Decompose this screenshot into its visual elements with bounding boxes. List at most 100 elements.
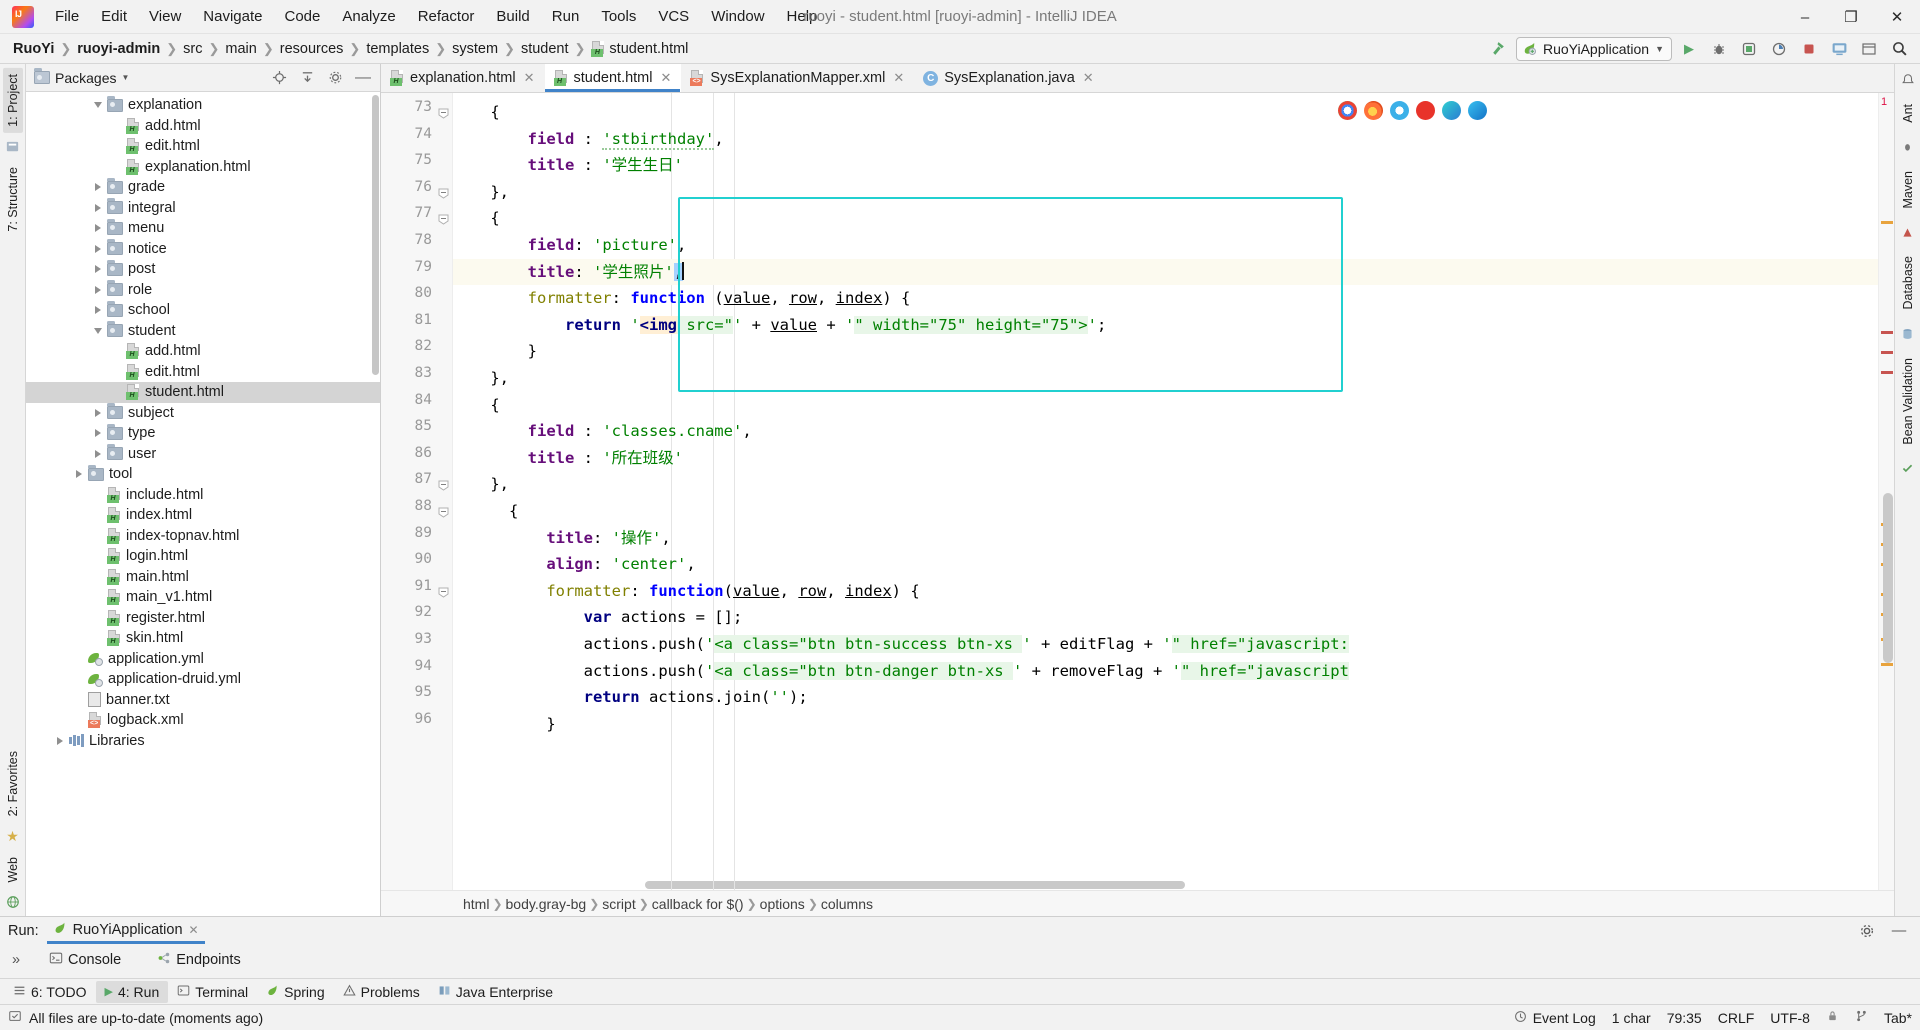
run-tab-console[interactable]: Console bbox=[40, 948, 130, 972]
search-everywhere-icon[interactable] bbox=[1886, 37, 1912, 61]
globe-icon[interactable] bbox=[3, 892, 23, 912]
layout-button[interactable] bbox=[1856, 37, 1882, 61]
code-line[interactable]: title: '学生照片', bbox=[453, 259, 684, 286]
collapse-all-icon[interactable] bbox=[294, 66, 320, 90]
menu-edit[interactable]: Edit bbox=[90, 4, 138, 29]
chevron-right-icon[interactable] bbox=[91, 285, 104, 294]
run-button[interactable]: ▶ bbox=[1676, 37, 1702, 61]
editor-tab-sysexplanationmapper-xml[interactable]: <> SysExplanationMapper.xml ✕ bbox=[681, 64, 914, 92]
menu-navigate[interactable]: Navigate bbox=[192, 4, 273, 29]
editor-tab-student-html[interactable]: H student.html ✕ bbox=[544, 64, 682, 92]
sidebar-item-web[interactable]: Web bbox=[3, 851, 23, 888]
code-line[interactable]: field : 'stbirthday', bbox=[453, 126, 724, 153]
editor-breadcrumb-callback[interactable]: callback for $() bbox=[652, 896, 744, 912]
code-line[interactable]: formatter: function (value, row, index) … bbox=[453, 285, 911, 312]
toolstrip-todo[interactable]: 6: TODO bbox=[4, 981, 96, 1003]
breadcrumb-student[interactable]: student bbox=[516, 39, 574, 59]
horizontal-scrollbar-thumb[interactable] bbox=[645, 881, 1185, 889]
code-line[interactable]: title: '操作', bbox=[453, 525, 670, 552]
star-icon[interactable]: ★ bbox=[3, 827, 23, 847]
chevron-right-icon[interactable] bbox=[91, 203, 104, 212]
hide-icon[interactable]: — bbox=[350, 66, 376, 90]
run-configuration-selector[interactable]: RuoYiApplication ▼ bbox=[1515, 36, 1672, 61]
code-line[interactable]: { bbox=[453, 99, 499, 126]
editor-breadcrumb-body[interactable]: body.gray-bg bbox=[506, 896, 587, 912]
code-line[interactable]: field : 'classes.cname', bbox=[453, 418, 752, 445]
minimize-button[interactable]: – bbox=[1782, 0, 1828, 34]
expand-icon[interactable]: » bbox=[12, 952, 20, 968]
sidebar-item-database[interactable]: Database bbox=[1898, 250, 1918, 316]
code-line[interactable]: } bbox=[453, 338, 537, 365]
code-line[interactable]: } bbox=[453, 711, 555, 738]
error-stripe-mark[interactable] bbox=[1881, 371, 1893, 374]
line-separator[interactable]: CRLF bbox=[1718, 1010, 1755, 1026]
error-count-badge[interactable]: 1 bbox=[1881, 96, 1887, 108]
fold-toggle-icon[interactable] bbox=[438, 505, 449, 518]
editor-tab-explanation-html[interactable]: H explanation.html ✕ bbox=[381, 64, 545, 92]
line-number-gutter[interactable]: 73 74 75 76 77 78 79 80 81 82 83 84 85 86 87 88 89 90 91 92… bbox=[381, 93, 453, 890]
chevron-right-icon[interactable] bbox=[91, 244, 104, 253]
close-icon[interactable]: ✕ bbox=[524, 70, 535, 86]
close-icon[interactable]: ✕ bbox=[661, 70, 672, 86]
chevron-down-icon[interactable] bbox=[91, 327, 104, 334]
tree-item[interactable]: Hskin.html bbox=[26, 628, 380, 649]
code-text-area[interactable]: { field : 'stbirthday', title : '学生生日' }… bbox=[453, 93, 1878, 890]
tree-item[interactable]: role bbox=[26, 280, 380, 301]
locate-icon[interactable] bbox=[266, 66, 292, 90]
caret-position[interactable]: 79:35 bbox=[1667, 1010, 1702, 1026]
tree-item[interactable]: banner.txt bbox=[26, 690, 380, 711]
main-menu[interactable]: File Edit View Navigate Code Analyze Ref… bbox=[44, 4, 828, 29]
tree-item[interactable]: Hmain_v1.html bbox=[26, 587, 380, 608]
error-stripe-mark[interactable] bbox=[1881, 663, 1893, 666]
close-icon[interactable]: ✕ bbox=[189, 923, 199, 937]
code-line[interactable]: formatter: function(value, row, index) { bbox=[453, 578, 919, 605]
tree-item[interactable]: Hindex-topnav.html bbox=[26, 526, 380, 547]
sidebar-item-maven[interactable]: Maven bbox=[1898, 165, 1918, 215]
menu-help[interactable]: Help bbox=[776, 4, 829, 29]
menu-analyze[interactable]: Analyze bbox=[331, 4, 406, 29]
code-line[interactable]: title : '所在班级' bbox=[453, 445, 683, 472]
chevron-right-icon[interactable] bbox=[53, 736, 66, 745]
run-config-tab[interactable]: RuoYiApplication ✕ bbox=[46, 919, 205, 944]
safari-icon[interactable] bbox=[1390, 101, 1409, 120]
chevron-down-icon[interactable] bbox=[91, 102, 104, 109]
tree-item[interactable]: Hinclude.html bbox=[26, 485, 380, 506]
menu-window[interactable]: Window bbox=[700, 4, 775, 29]
breadcrumb-student-html[interactable]: H student.html bbox=[586, 39, 693, 59]
menu-run[interactable]: Run bbox=[541, 4, 591, 29]
chevron-down-icon[interactable]: ▼ bbox=[121, 73, 129, 82]
code-line[interactable]: title : '学生生日' bbox=[453, 152, 683, 179]
menu-view[interactable]: View bbox=[138, 4, 192, 29]
code-line[interactable]: field: 'picture', bbox=[453, 232, 687, 259]
chevron-right-icon[interactable] bbox=[91, 449, 104, 458]
code-line[interactable]: }, bbox=[453, 471, 509, 498]
tree-item[interactable]: <> logback.xml bbox=[26, 710, 380, 731]
chevron-right-icon[interactable] bbox=[91, 224, 104, 233]
toolstrip-java-enterprise[interactable]: Java Enterprise bbox=[429, 981, 562, 1003]
tree-item[interactable]: Libraries bbox=[26, 731, 380, 752]
breadcrumb-ruoyi[interactable]: RuoYi bbox=[8, 39, 59, 59]
code-editor[interactable]: 73 74 75 76 77 78 79 80 81 82 83 84 85 86 87 88 89 90 91 92… bbox=[381, 93, 1894, 890]
tree-item[interactable]: school bbox=[26, 300, 380, 321]
minimize-icon[interactable]: — bbox=[1886, 919, 1912, 943]
error-stripe-mark[interactable] bbox=[1881, 351, 1893, 354]
editor-breadcrumb-script[interactable]: script bbox=[602, 896, 635, 912]
notification-icon[interactable] bbox=[1898, 70, 1918, 90]
event-log-button[interactable]: Event Log bbox=[1514, 1010, 1596, 1026]
edge-icon[interactable] bbox=[1442, 101, 1461, 120]
tree-item[interactable]: Hlogin.html bbox=[26, 546, 380, 567]
close-button[interactable]: ✕ bbox=[1874, 0, 1920, 34]
code-line[interactable]: }, bbox=[453, 179, 509, 206]
breadcrumb-templates[interactable]: templates bbox=[361, 39, 434, 59]
tree-item[interactable]: explanation bbox=[26, 95, 380, 116]
fold-toggle-icon[interactable] bbox=[438, 585, 449, 598]
code-line[interactable]: }, bbox=[453, 365, 509, 392]
menu-vcs[interactable]: VCS bbox=[647, 4, 700, 29]
code-line[interactable]: { bbox=[453, 205, 499, 232]
project-tree[interactable]: explanation Hadd.html Hedit.html Hexplanati… bbox=[26, 92, 380, 916]
chrome-icon[interactable] bbox=[1338, 101, 1357, 120]
fold-toggle-icon[interactable] bbox=[438, 106, 449, 119]
lock-icon[interactable] bbox=[1826, 1009, 1839, 1026]
chevron-right-icon[interactable] bbox=[72, 470, 85, 479]
tree-item[interactable]: student bbox=[26, 321, 380, 342]
